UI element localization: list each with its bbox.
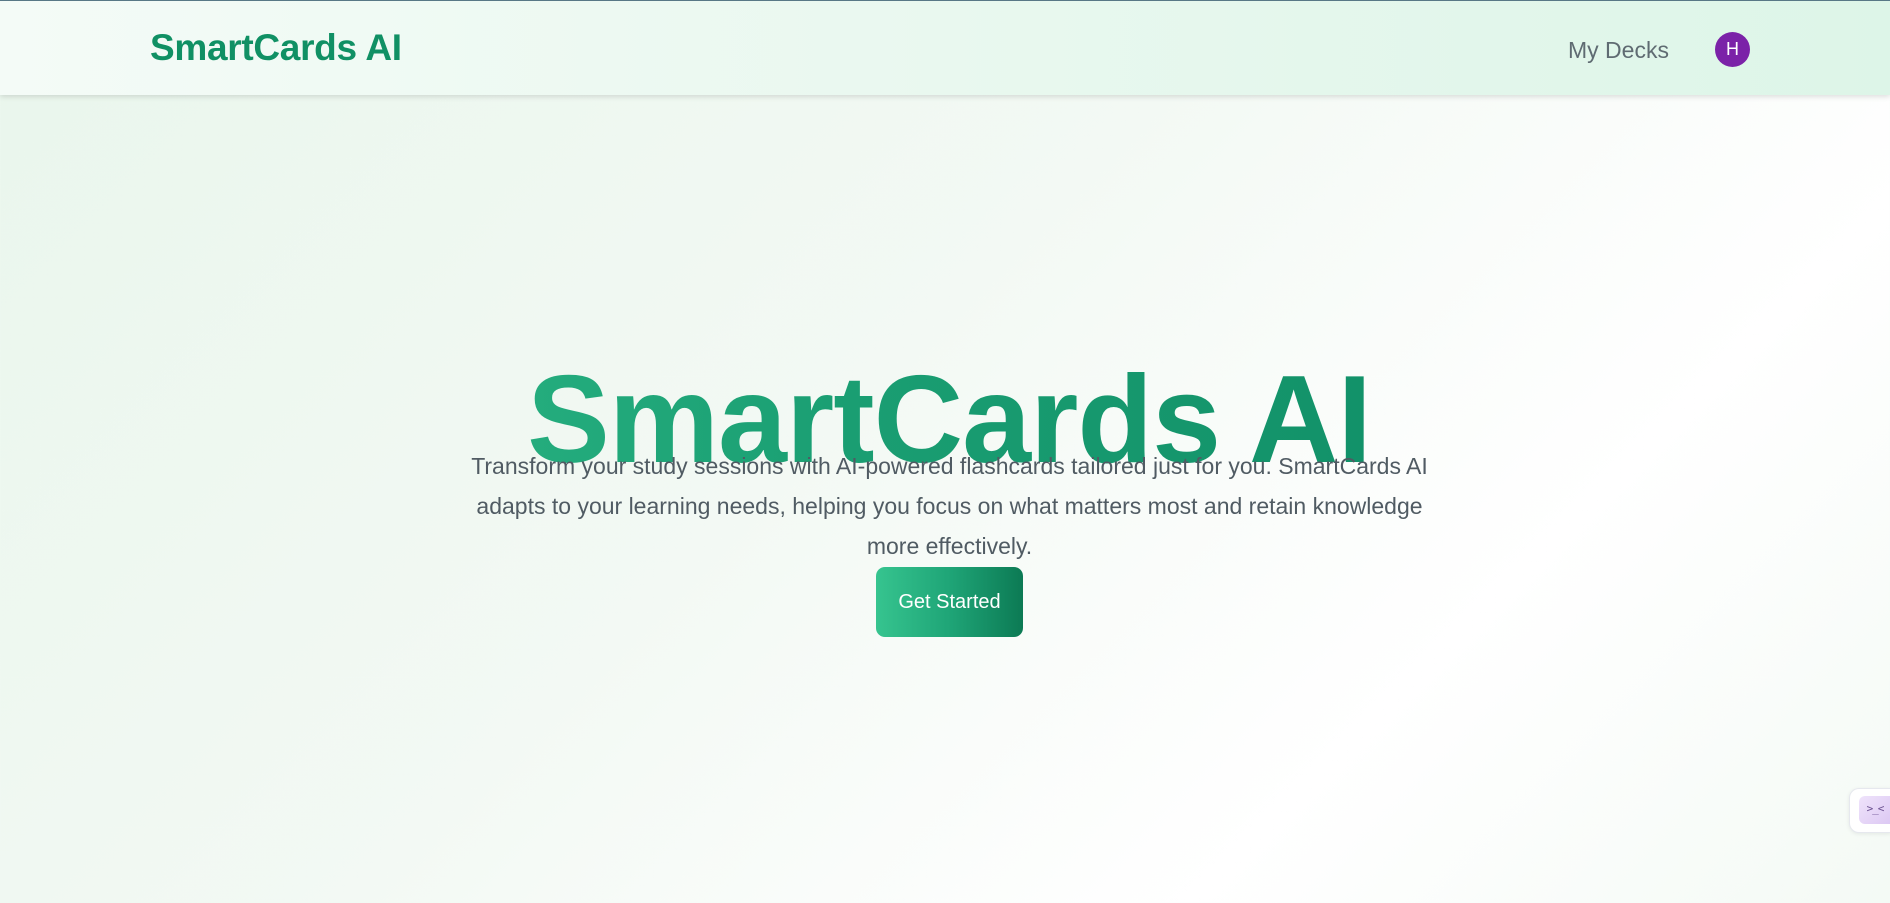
user-avatar[interactable]: H [1715, 32, 1750, 67]
assistant-widget-tab[interactable]: >_< [1849, 788, 1890, 833]
brand-logo-link[interactable]: SmartCards AI [150, 27, 402, 69]
hero-description: Transform your study sessions with AI-po… [471, 453, 1428, 559]
navbar: SmartCards AI My Decks H [0, 1, 1890, 95]
nav-link-my-decks[interactable]: My Decks [1568, 37, 1669, 64]
get-started-button[interactable]: Get Started [876, 567, 1023, 637]
assistant-face-icon: >_< [1859, 796, 1890, 824]
